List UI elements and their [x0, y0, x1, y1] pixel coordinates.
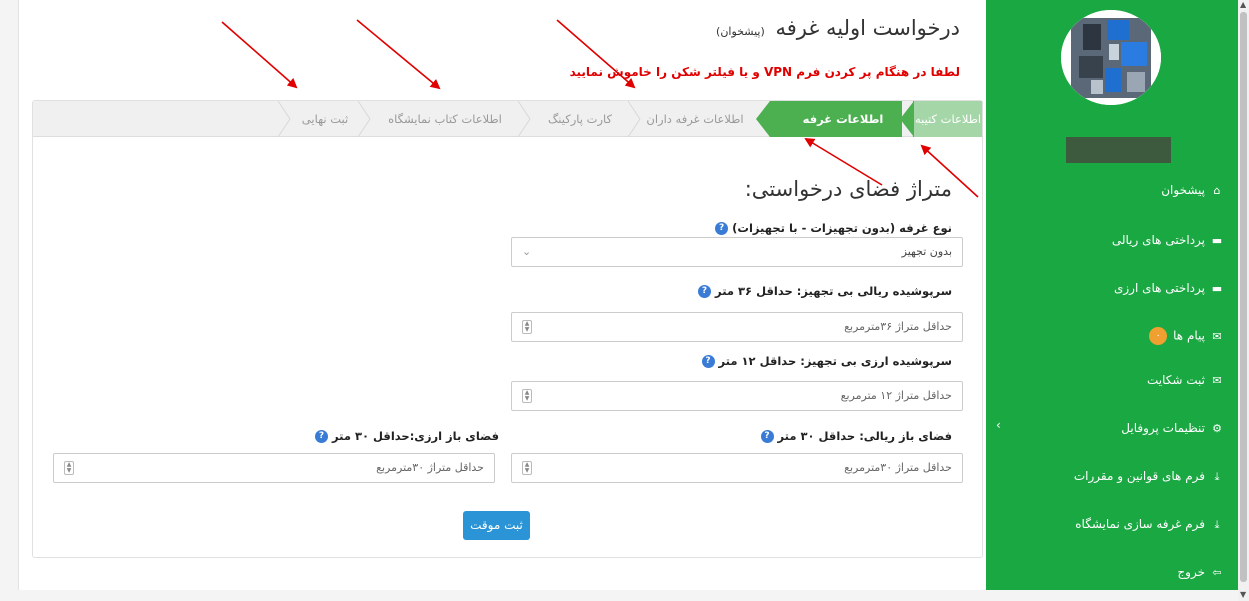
sidebar-item-label: پیشخوان [1161, 183, 1205, 197]
sidebar: ⌂ پیشخوان ▬ پرداختی های ریالی ▬ پرداختی های… [986, 0, 1238, 590]
sidebar-collapse-chevron-icon[interactable]: ‹ [996, 418, 1001, 432]
step-separator [900, 101, 914, 137]
booth-type-value: بدون تجهیز [901, 245, 952, 258]
step-separator [278, 101, 291, 137]
fx-covered-label-text: سرپوشیده ارزی بی تجهیز: حداقل ۱۲ متر [718, 354, 952, 368]
sidebar-item-fx-payments[interactable]: ▬ پرداختی های ارزی [1114, 281, 1224, 295]
chevron-down-icon: ⌄ [522, 245, 532, 258]
page: درخواست اولیه غرفه (پیشخوان) لطفا در هنگ… [0, 0, 1249, 601]
sign-out-icon: ⇦ [1212, 566, 1222, 579]
help-icon[interactable]: ? [715, 222, 729, 235]
envelope-icon: ✉ [1212, 329, 1222, 343]
booth-type-label-text: نوع غرفه (بدون تجهیزات - با تجهیزات) [732, 221, 952, 235]
rial-covered-label: سرپوشیده ریالی بی تجهیز: حداقل ۳۶ متر? [698, 284, 952, 298]
messages-count-badge: ۰ [1149, 327, 1168, 345]
card-icon: ▬ [1211, 234, 1223, 247]
number-spinner-icon[interactable]: ▲ ▼ [64, 461, 74, 475]
fx-open-placeholder: حداقل متراژ ۳۰مترمربع [376, 461, 484, 474]
help-icon[interactable]: ? [698, 285, 712, 298]
sidebar-item-rules-forms[interactable]: ⤓ فرم های قوانین و مقررات [1074, 469, 1224, 484]
wizard-steps: اطلاعات کتیبه اطلاعات غرفه اطلاعات غرفه … [33, 101, 982, 137]
number-spinner-icon[interactable]: ▲ ▼ [522, 320, 532, 334]
booth-type-select[interactable]: بدون تجهیز ⌄ [511, 237, 963, 267]
booth-type-label: نوع غرفه (بدون تجهیزات - با تجهیزات)? [715, 221, 952, 235]
avatar[interactable] [1061, 10, 1161, 105]
scroll-down-icon[interactable]: ▼ [1240, 590, 1246, 599]
vpn-warning: لطفا در هنگام پر کردن فرم VPN و یا فیلتر… [569, 65, 960, 79]
temporary-submit-button[interactable]: ثبت موقت [463, 511, 530, 540]
step-booth-info[interactable]: اطلاعات غرفه [770, 101, 902, 137]
card-icon: ▬ [1211, 282, 1223, 295]
rial-open-placeholder: حداقل متراژ ۳۰مترمربع [844, 461, 952, 474]
help-icon[interactable]: ? [701, 355, 715, 368]
fx-open-input[interactable]: حداقل متراژ ۳۰مترمربع ▲ ▼ [53, 453, 495, 483]
help-icon[interactable]: ? [315, 430, 328, 443]
download-icon: ⤓ [1214, 470, 1220, 483]
step-exhibition-book-info[interactable]: اطلاعات کتاب نمایشگاه [370, 101, 520, 137]
sidebar-item-label: ثبت شکایت [1146, 373, 1205, 387]
fx-covered-input[interactable]: حداقل متراژ ۱۲ مترمربع ▲ ▼ [511, 381, 963, 411]
rial-covered-label-text: سرپوشیده ریالی بی تجهیز: حداقل ۳۶ متر [715, 284, 952, 298]
scrollbar-thumb[interactable] [1240, 12, 1247, 582]
rial-open-input[interactable]: حداقل متراژ ۳۰مترمربع ▲ ▼ [511, 453, 963, 483]
sidebar-item-complaint[interactable]: ✉ ثبت شکایت [1147, 373, 1224, 387]
rial-covered-placeholder: حداقل متراژ ۳۶مترمربع [844, 320, 952, 333]
section-title: متراژ فضای درخواستی: [744, 177, 952, 201]
page-title-text: درخواست اولیه غرفه [775, 16, 960, 40]
rial-open-label-text: فضای باز ریالی: حداقل ۳۰ متر [777, 429, 953, 443]
sidebar-item-label: پرداختی های ریالی [1111, 233, 1205, 247]
sidebar-item-rial-payments[interactable]: ▬ پرداختی های ریالی [1112, 233, 1224, 247]
fx-open-label: فضای باز ارزی:حداقل ۳۰ متر? [315, 429, 499, 443]
main-content: درخواست اولیه غرفه (پیشخوان) لطفا در هنگ… [18, 0, 986, 590]
envelope-icon: ✉ [1212, 374, 1222, 387]
step-inscription-info[interactable]: اطلاعات کتیبه [914, 101, 982, 137]
page-title: درخواست اولیه غرفه (پیشخوان) [716, 16, 960, 40]
sidebar-item-booth-building-form[interactable]: ⤓ فرم غرفه سازی نمایشگاه [1075, 517, 1224, 532]
gears-icon: ⚙ [1212, 422, 1222, 435]
sidebar-item-label: فرم غرفه سازی نمایشگاه [1075, 517, 1205, 531]
step-parking-card[interactable]: کارت پارکینگ [530, 101, 630, 137]
fx-covered-label: سرپوشیده ارزی بی تجهیز: حداقل ۱۲ متر? [701, 354, 952, 368]
fx-covered-placeholder: حداقل متراژ ۱۲ مترمربع [840, 389, 952, 402]
rial-open-label: فضای باز ریالی: حداقل ۳۰ متر? [760, 429, 953, 443]
sidebar-item-messages[interactable]: ✉ پیام ها ۰ [1149, 327, 1224, 345]
page-scrollbar[interactable]: ▲ ▼ [1238, 0, 1249, 601]
sidebar-item-profile-settings[interactable]: ⚙ تنظیمات پروفایل [1121, 421, 1224, 435]
step-booth-holders-info[interactable]: اطلاعات غرفه داران [640, 101, 750, 137]
sidebar-item-dashboard[interactable]: ⌂ پیشخوان [1161, 183, 1224, 197]
home-icon: ⌂ [1213, 184, 1221, 197]
fx-open-label-text: فضای باز ارزی:حداقل ۳۰ متر [332, 429, 500, 443]
sidebar-item-label: خروج [1177, 565, 1205, 579]
step-separator [358, 101, 371, 137]
sidebar-item-logout[interactable]: ⇦ خروج [1177, 565, 1224, 579]
sidebar-item-label: پرداختی های ارزی [1113, 281, 1205, 295]
wizard-panel: اطلاعات کتیبه اطلاعات غرفه اطلاعات غرفه … [32, 100, 983, 558]
number-spinner-icon[interactable]: ▲ ▼ [522, 461, 532, 475]
download-icon: ⤓ [1214, 518, 1220, 531]
number-spinner-icon[interactable]: ▲ ▼ [522, 389, 532, 403]
scroll-up-icon[interactable]: ▲ [1240, 0, 1246, 9]
sidebar-item-label: پیام ها [1173, 328, 1205, 343]
username-redacted [1066, 137, 1171, 163]
step-separator [756, 101, 770, 137]
step-separator [628, 101, 641, 137]
rial-covered-input[interactable]: حداقل متراژ ۳۶مترمربع ▲ ▼ [511, 312, 963, 342]
sidebar-item-label: فرم های قوانین و مقررات [1073, 469, 1205, 483]
page-title-suffix: (پیشخوان) [716, 25, 765, 38]
sidebar-item-label: تنظیمات پروفایل [1121, 421, 1205, 435]
avatar-image [1061, 10, 1161, 105]
help-icon[interactable]: ? [760, 430, 774, 443]
step-separator [518, 101, 531, 137]
step-final-submit[interactable]: ثبت نهایی [290, 101, 360, 137]
